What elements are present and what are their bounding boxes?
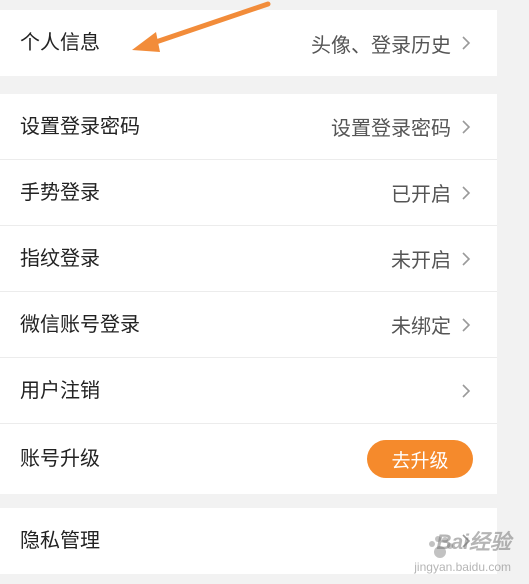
upgrade-button[interactable]: 去升级	[367, 440, 473, 478]
row-label: 用户注销	[20, 379, 100, 402]
row-value: 头像、登录历史	[311, 34, 451, 57]
row-label: 手势登录	[20, 181, 100, 204]
row-right: 已开启	[391, 178, 473, 207]
row-right: 设置登录密码	[331, 112, 473, 141]
row-label: 个人信息	[20, 32, 100, 54]
row-right: 去升级	[367, 440, 473, 478]
row-label: 隐私管理	[20, 530, 100, 552]
watermark-subtext: jingyan.baidu.com	[414, 560, 511, 574]
row-wechat-login[interactable]: 微信账号登录 未绑定	[0, 292, 497, 358]
watermark-logo: Bai经验 jingyan.baidu.com	[414, 531, 521, 578]
settings-group-security: 设置登录密码 设置登录密码 手势登录 已开启 指纹登录 未开启 微信账号登录 未…	[0, 94, 497, 494]
row-set-password[interactable]: 设置登录密码 设置登录密码	[0, 94, 497, 160]
side-gutter	[497, 0, 529, 584]
row-account-cancel[interactable]: 用户注销	[0, 358, 497, 424]
row-value: 设置登录密码	[331, 118, 451, 140]
row-value: 已开启	[391, 184, 451, 206]
chevron-right-icon	[462, 36, 471, 50]
row-right: 头像、登录历史	[311, 29, 473, 58]
row-personal-info[interactable]: 个人信息 头像、登录历史	[0, 10, 497, 76]
chevron-right-icon	[462, 383, 471, 398]
row-account-upgrade: 账号升级 去升级	[0, 424, 497, 494]
row-label: 指纹登录	[20, 247, 100, 270]
chevron-right-icon	[462, 251, 471, 266]
chevron-right-icon	[462, 119, 471, 134]
row-right: 未绑定	[391, 310, 473, 339]
row-label: 账号升级	[20, 448, 100, 470]
row-fingerprint-login[interactable]: 指纹登录 未开启	[0, 226, 497, 292]
chevron-right-icon	[462, 317, 471, 332]
row-label: 微信账号登录	[20, 313, 140, 336]
row-gesture-login[interactable]: 手势登录 已开启	[0, 160, 497, 226]
watermark-text: Bai经验	[436, 531, 511, 554]
chevron-right-icon	[462, 185, 471, 200]
row-right: 未开启	[391, 244, 473, 273]
row-value: 未开启	[391, 250, 451, 272]
row-label: 设置登录密码	[20, 115, 140, 138]
row-right	[451, 382, 473, 400]
row-value: 未绑定	[391, 316, 451, 338]
settings-group-profile: 个人信息 头像、登录历史	[0, 10, 497, 76]
